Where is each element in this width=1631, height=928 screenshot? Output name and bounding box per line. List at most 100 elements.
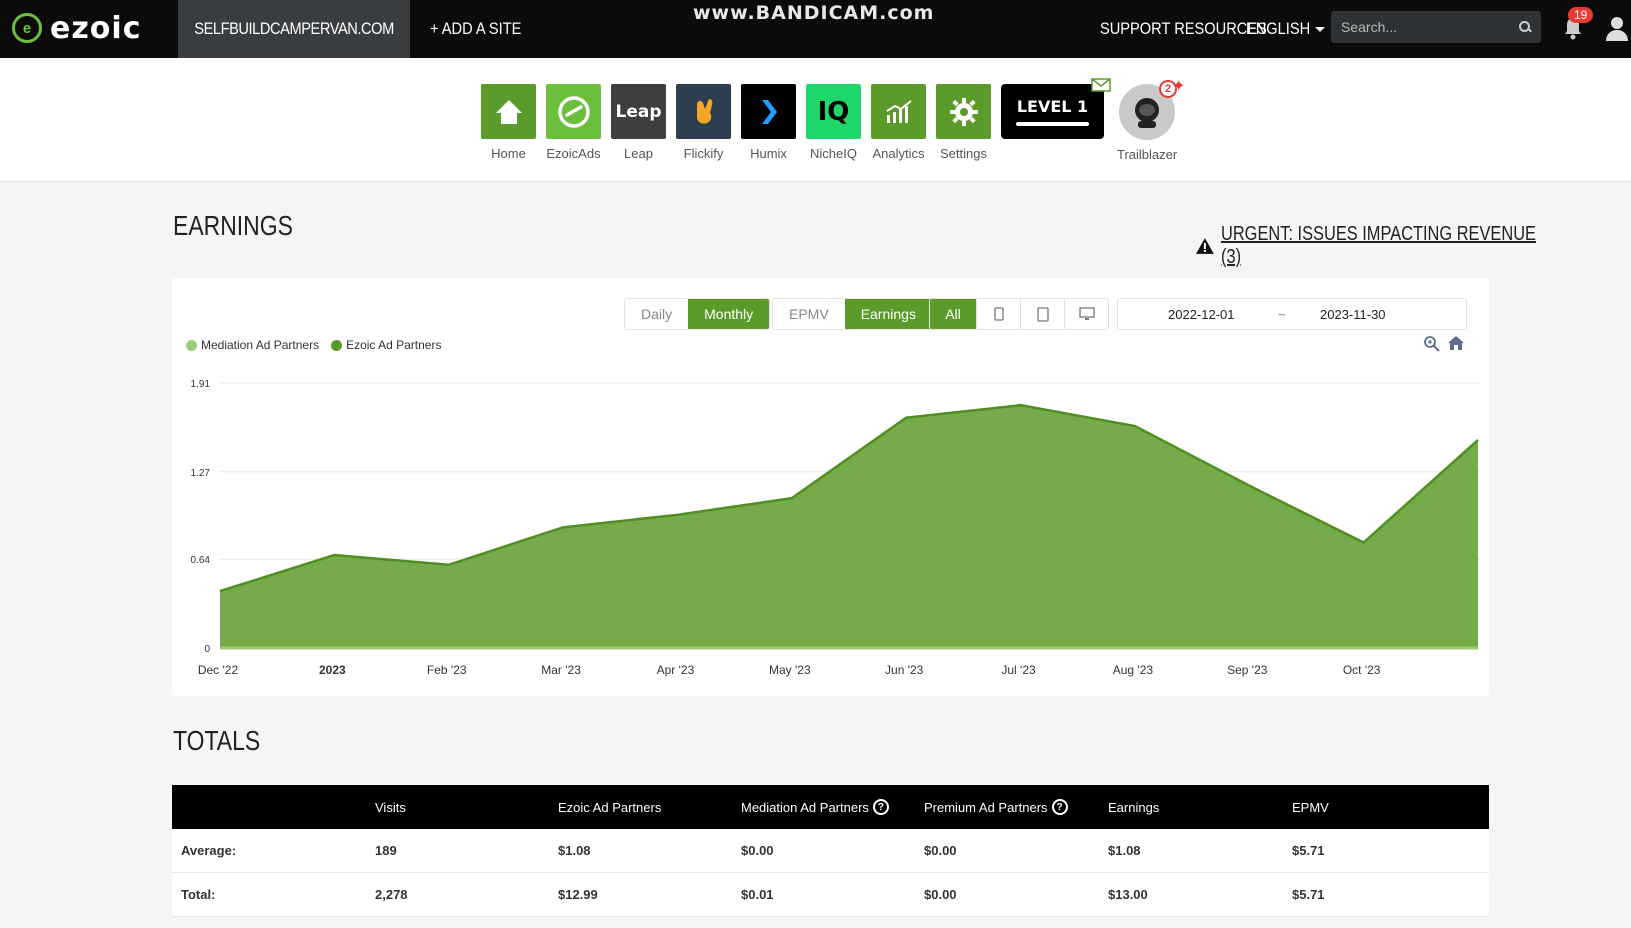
language-dropdown[interactable]: ENGLISH <box>1246 0 1325 58</box>
sparkle-icon: ✦ <box>1172 78 1186 95</box>
add-site-label: + ADD A SITE <box>430 19 522 38</box>
earnings-heading: EARNINGS <box>173 210 319 242</box>
app-label: Flickify <box>683 146 724 161</box>
cell-visits: 189 <box>375 843 397 858</box>
app-launcher-bar: Home EzoicAds Leap Leap Flickify Humix I… <box>0 58 1631 182</box>
tablet-button[interactable] <box>1020 299 1064 329</box>
monthly-button[interactable]: Monthly <box>688 299 770 329</box>
header-label: Earnings <box>1108 799 1160 815</box>
reset-zoom-home-icon[interactable] <box>1447 334 1465 352</box>
earnings-chart-card: 1.91 1.27 0.64 0 Dec '22 2023 Feb '23 Mar '23 Ap… <box>172 278 1489 696</box>
astronaut-icon: 2 <box>1119 80 1177 140</box>
totals-heading: TOTALS <box>173 725 279 757</box>
app-label: NicheIQ <box>810 146 857 161</box>
x-tick-label: Feb '23 <box>427 663 467 677</box>
app-flickify[interactable]: Flickify <box>676 84 731 161</box>
legend-mediation[interactable]: Mediation Ad Partners <box>186 338 319 352</box>
help-icon[interactable]: ? <box>872 799 889 815</box>
cell-earnings: $13.00 <box>1108 887 1148 902</box>
all-devices-button[interactable]: All <box>930 299 976 329</box>
row-label: Average: <box>181 843 237 858</box>
legend-label: Mediation Ad Partners <box>201 338 320 352</box>
app-label: Humix <box>750 146 787 161</box>
app-humix[interactable]: Humix <box>741 84 796 161</box>
totals-title: TOTALS <box>173 725 261 756</box>
level-badge[interactable]: LEVEL 1 <box>1001 84 1104 139</box>
header-label: Visits <box>375 799 406 815</box>
table-row: Average: 189 $1.08 $0.00 $0.00 $1.08 $5.… <box>172 829 1489 873</box>
ezoic-area <box>220 405 1478 648</box>
app-nicheiq[interactable]: IQ NicheIQ <box>806 84 861 161</box>
language-label: ENGLISH <box>1246 19 1311 38</box>
header-label: Mediation Ad Partners <box>741 799 869 815</box>
ezoic-ads-icon <box>546 84 601 139</box>
site-name: SELFBUILDCAMPERVAN.COM <box>194 19 394 38</box>
x-tick-label: Aug '23 <box>1113 663 1154 677</box>
date-range-picker[interactable]: 2022-12-01 ~ 2023-11-30 <box>1117 298 1467 330</box>
flickify-icon <box>676 84 731 139</box>
cell-mediation: $0.00 <box>741 843 774 858</box>
table-header: Visits Ezoic Ad Partners Mediation Ad Pa… <box>172 785 1489 829</box>
app-ezoicads[interactable]: EzoicAds <box>546 84 601 161</box>
x-tick-label: Jul '23 <box>1001 663 1036 677</box>
earnings-title: EARNINGS <box>173 210 293 241</box>
app-home[interactable]: Home <box>481 84 536 161</box>
x-tick-label: 2023 <box>319 663 346 677</box>
ezoic-logo[interactable]: e ezoic <box>12 10 141 46</box>
user-icon[interactable] <box>1604 15 1630 41</box>
top-navbar: e ezoic SELFBUILDCAMPERVAN.COM + ADD A S… <box>0 0 1631 58</box>
analytics-icon <box>871 84 926 139</box>
legend-ezoic[interactable]: Ezoic Ad Partners <box>331 338 441 352</box>
nicheiq-icon: IQ <box>806 84 861 139</box>
x-tick-label: Sep '23 <box>1227 663 1268 677</box>
trailblazer-button[interactable]: 2 Trailblazer <box>1117 80 1178 162</box>
header-label: Premium Ad Partners <box>924 799 1048 815</box>
trailblazer-label: Trailblazer <box>1117 147 1178 162</box>
cell-epmv: $5.71 <box>1292 843 1325 858</box>
y-tick-label: 1.27 <box>191 468 211 479</box>
chart-legend: Mediation Ad Partners Ezoic Ad Partners <box>186 338 441 352</box>
urgent-label: URGENT: ISSUES IMPACTING REVENUE (3) <box>1220 223 1536 268</box>
leap-icon: Leap <box>611 84 666 139</box>
header-epmv: EPMV <box>1292 800 1329 815</box>
end-date: 2023-11-30 <box>1320 306 1386 322</box>
cell-ezoic: $12.99 <box>558 887 598 902</box>
cell-earnings: $1.08 <box>1108 843 1141 858</box>
search-icon[interactable] <box>1519 21 1531 33</box>
app-leap[interactable]: Leap Leap <box>611 84 666 161</box>
totals-table: Visits Ezoic Ad Partners Mediation Ad Pa… <box>172 785 1489 917</box>
logo-text: ezoic <box>50 10 142 46</box>
level-label: LEVEL 1 <box>1016 97 1089 116</box>
cell-premium: $0.00 <box>924 843 957 858</box>
y-tick-label: 0.64 <box>191 555 211 566</box>
warning-icon <box>1195 238 1214 254</box>
desktop-icon <box>1078 307 1095 320</box>
app-label: Leap <box>624 146 653 161</box>
app-settings[interactable]: Settings <box>936 84 991 161</box>
urgent-issues-link[interactable]: URGENT: ISSUES IMPACTING REVENUE (3) <box>1195 223 1631 269</box>
add-site-link[interactable]: + ADD A SITE <box>430 0 536 58</box>
header-mediation: Mediation Ad Partners? <box>741 799 889 815</box>
tablet-icon <box>1036 306 1049 322</box>
app-analytics[interactable]: Analytics <box>871 84 926 161</box>
device-toggle: All <box>929 298 1109 330</box>
desktop-button[interactable] <box>1064 299 1108 329</box>
earnings-button[interactable]: Earnings <box>844 299 932 329</box>
row-label: Total: <box>181 887 216 902</box>
help-icon[interactable]: ? <box>1051 799 1068 815</box>
envelope-icon[interactable] <box>1091 78 1111 92</box>
search-box[interactable] <box>1331 11 1541 43</box>
caret-down-icon <box>1314 26 1325 32</box>
daily-button[interactable]: Daily <box>625 299 689 329</box>
current-site-tab[interactable]: SELFBUILDCAMPERVAN.COM <box>178 0 410 58</box>
search-input[interactable] <box>1341 19 1511 35</box>
mobile-icon <box>993 307 1004 321</box>
zoom-icon[interactable] <box>1423 335 1441 353</box>
cell-premium: $0.00 <box>924 887 957 902</box>
x-tick-label: May '23 <box>769 663 811 677</box>
epmv-button[interactable]: EPMV <box>773 299 845 329</box>
app-label: Home <box>491 146 526 161</box>
mobile-button[interactable] <box>976 299 1020 329</box>
cell-visits: 2,278 <box>375 887 408 902</box>
header-premium: Premium Ad Partners? <box>924 799 1068 815</box>
